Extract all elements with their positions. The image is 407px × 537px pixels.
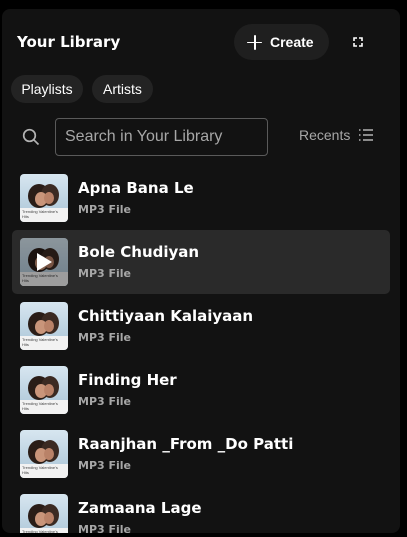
track-title: Chittiyaan Kalaiyaan — [78, 307, 254, 325]
expand-icon[interactable] — [351, 35, 365, 49]
track-title: Bole Chudiyan — [78, 243, 200, 261]
search-icon[interactable] — [22, 128, 40, 146]
create-button[interactable]: Create — [234, 24, 329, 60]
track-subtitle: MP3 File — [78, 267, 132, 280]
sort-recents-button[interactable]: Recents — [299, 127, 374, 143]
track-subtitle: MP3 File — [78, 395, 132, 408]
track-row[interactable]: Trending Valentine's Hits Chittiyaan Kala… — [12, 294, 390, 358]
list-icon — [359, 129, 374, 141]
track-title: Apna Bana Le — [78, 179, 194, 197]
track-cover-art: Trending Valentine's Hits — [20, 366, 68, 414]
track-row[interactable]: Trending Valentine's Hits Apna Bana Le MP3… — [12, 166, 390, 230]
track-cover-art: Trending Valentine's Hits — [20, 174, 68, 222]
library-panel: Your Library Create Playlists Artists Re… — [2, 9, 400, 533]
cover-caption: Trending Valentine's Hits — [22, 209, 58, 219]
cover-caption: Trending Valentine's Hits — [22, 529, 58, 533]
track-cover-art: Trending Valentine's Hits — [20, 494, 68, 533]
cover-caption: Trending Valentine's Hits — [22, 337, 58, 347]
library-title[interactable]: Your Library — [17, 33, 120, 51]
track-title: Zamaana Lage — [78, 499, 202, 517]
track-row[interactable]: Trending Valentine's Hits Finding Her MP3 … — [12, 358, 390, 422]
track-row[interactable]: Trending Valentine's Hits Zamaana Lage MP3… — [12, 486, 390, 533]
track-subtitle: MP3 File — [78, 459, 132, 472]
filter-chip-playlists[interactable]: Playlists — [11, 75, 83, 103]
cover-caption: Trending Valentine's Hits — [22, 401, 58, 411]
track-title: Finding Her — [78, 371, 177, 389]
track-cover-art: Trending Valentine's Hits — [20, 302, 68, 350]
track-title: Raanjhan _From _Do Patti — [78, 435, 294, 453]
search-input[interactable] — [55, 118, 268, 156]
track-subtitle: MP3 File — [78, 203, 132, 216]
filter-chip-artists[interactable]: Artists — [92, 75, 153, 103]
play-icon[interactable] — [20, 238, 68, 286]
track-subtitle: MP3 File — [78, 331, 132, 344]
create-button-label: Create — [270, 34, 314, 50]
track-cover-art: Trending Valentine's Hits — [20, 238, 68, 286]
track-subtitle: MP3 File — [78, 523, 132, 533]
sort-label: Recents — [299, 127, 351, 143]
cover-caption: Trending Valentine's Hits — [22, 465, 58, 475]
plus-icon — [247, 34, 262, 50]
track-cover-art: Trending Valentine's Hits — [20, 430, 68, 478]
track-row[interactable]: Trending Valentine's Hits Raanjhan _From … — [12, 422, 390, 486]
track-row[interactable]: Trending Valentine's Hits Bole Chudiyan MP… — [12, 230, 390, 294]
